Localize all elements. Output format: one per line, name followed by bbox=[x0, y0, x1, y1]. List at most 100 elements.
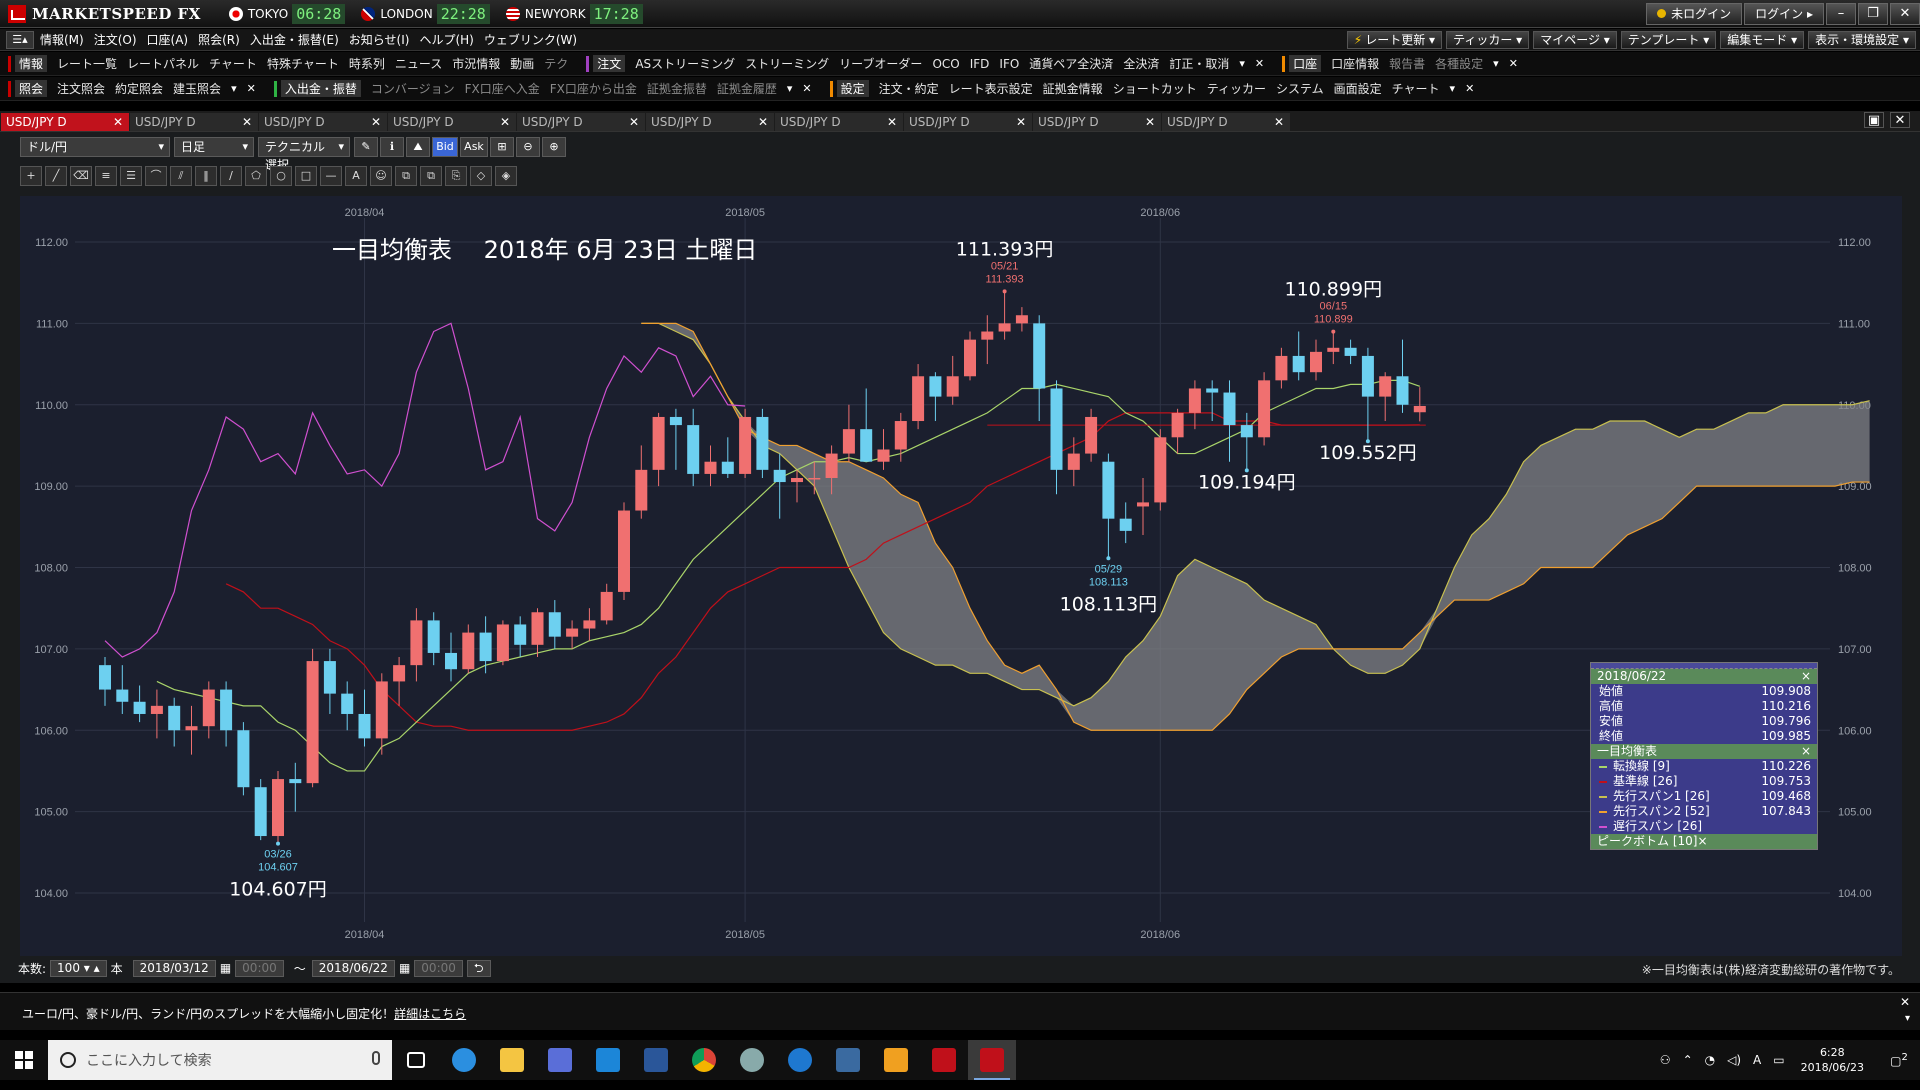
shortcut-system[interactable]: システム bbox=[1276, 80, 1324, 97]
chart-tab[interactable]: USD/JPY D ✕ bbox=[775, 113, 903, 131]
shortcut-account-info[interactable]: 口座情報 bbox=[1331, 55, 1379, 72]
shortcut-screen-settings[interactable]: 画面設定 bbox=[1334, 80, 1382, 97]
delete-all-icon[interactable]: ◈ bbox=[495, 166, 517, 186]
close-icon[interactable]: × bbox=[1801, 744, 1811, 759]
tab-close-icon[interactable]: ✕ bbox=[758, 113, 768, 131]
bid-button[interactable]: Bid bbox=[432, 137, 458, 157]
chart-tab[interactable]: USD/JPY D ✕ bbox=[1033, 113, 1161, 131]
mypage-button[interactable]: マイページ ▾ bbox=[1533, 31, 1617, 49]
price-chart[interactable]: 112.00112.00111.00111.00110.00110.00109.… bbox=[20, 196, 1902, 1090]
volume-icon[interactable]: ◁) bbox=[1727, 1053, 1741, 1067]
shortcut-report[interactable]: 報告書 bbox=[1389, 55, 1425, 72]
shortcut-timeseries[interactable]: 時系列 bbox=[349, 55, 385, 72]
pen-icon[interactable]: ✎ bbox=[354, 137, 378, 157]
calendar-app-icon[interactable] bbox=[536, 1040, 584, 1080]
news-link[interactable]: 詳細はこちら bbox=[394, 1007, 466, 1021]
shortcut-pair-close-all[interactable]: 通貨ペア全決済 bbox=[1029, 55, 1113, 72]
group-close-icon[interactable]: ✕ bbox=[247, 82, 256, 95]
template-button[interactable]: テンプレート ▾ bbox=[1620, 31, 1717, 49]
file-explorer-icon[interactable] bbox=[488, 1040, 536, 1080]
polygon-icon[interactable]: ⬠ bbox=[245, 166, 267, 186]
tab-close-icon[interactable]: ✕ bbox=[1016, 113, 1026, 131]
info-icon[interactable]: ℹ bbox=[380, 137, 404, 157]
feather-app-icon[interactable] bbox=[824, 1040, 872, 1080]
shortcut-conversion[interactable]: コンバージョン bbox=[371, 80, 455, 97]
shortcut-fx-withdraw[interactable]: FX口座から出金 bbox=[550, 80, 637, 97]
shortcut-margin-transfer[interactable]: 証拠金振替 bbox=[647, 80, 707, 97]
bird-app-icon[interactable] bbox=[728, 1040, 776, 1080]
group-dropdown-icon[interactable]: ▾ bbox=[1450, 82, 1456, 95]
shortcut-oco[interactable]: OCO bbox=[932, 57, 959, 71]
chart-tab[interactable]: USD/JPY D ✕ bbox=[646, 113, 774, 131]
shortcut-position-inquiry[interactable]: 建玉照会 bbox=[173, 80, 221, 97]
chart-tab[interactable]: USD/JPY D ✕ bbox=[904, 113, 1032, 131]
ie-icon[interactable] bbox=[440, 1040, 488, 1080]
chart-tab[interactable]: USD/JPY D ✕ bbox=[130, 113, 258, 131]
login-status-button[interactable]: 未ログイン bbox=[1646, 3, 1743, 25]
trendline-icon[interactable]: ╱ bbox=[45, 166, 67, 186]
count-select[interactable]: 100 ▾ ▴ bbox=[50, 959, 107, 977]
close-icon[interactable]: × bbox=[1697, 834, 1707, 848]
shortcut-tech[interactable]: テク bbox=[544, 55, 568, 72]
taskbar-clock[interactable]: 6:28 2018/06/23 bbox=[1801, 1045, 1864, 1075]
shortcut-execution-inquiry[interactable]: 約定照会 bbox=[115, 80, 163, 97]
desktop-app-icon[interactable] bbox=[584, 1040, 632, 1080]
group-close-icon[interactable]: ✕ bbox=[802, 82, 811, 95]
vlines-icon[interactable]: ‖ bbox=[195, 166, 217, 186]
menu-inquiry[interactable]: 照会(R) bbox=[198, 31, 240, 48]
ticker-button[interactable]: ティッカー ▾ bbox=[1446, 31, 1530, 49]
zoom-out-icon[interactable]: ⊖ bbox=[516, 137, 540, 157]
shortcut-chart[interactable]: チャート bbox=[209, 55, 257, 72]
parallel-icon[interactable]: ⫽ bbox=[170, 166, 192, 186]
marketspeed-icon[interactable] bbox=[920, 1040, 968, 1080]
group-close-icon[interactable]: ✕ bbox=[1255, 57, 1264, 70]
rectangle-icon[interactable]: □ bbox=[295, 166, 317, 186]
fan-icon[interactable]: ⌒ bbox=[145, 166, 167, 186]
shortcut-close-all[interactable]: 全決済 bbox=[1123, 55, 1159, 72]
microphone-icon[interactable] bbox=[372, 1051, 380, 1065]
to-date-input[interactable]: 2018/06/22 bbox=[311, 959, 395, 977]
zoom-in-icon[interactable]: ⊕ bbox=[542, 137, 566, 157]
shortcut-shortcuts[interactable]: ショートカット bbox=[1113, 80, 1197, 97]
timeframe-select[interactable]: 日足 bbox=[174, 137, 254, 157]
shortcut-rate-display[interactable]: レート表示設定 bbox=[949, 80, 1033, 97]
chrome-icon[interactable] bbox=[680, 1040, 728, 1080]
shortcut-ticker[interactable]: ティッカー bbox=[1207, 80, 1266, 97]
crosshair-icon[interactable]: + bbox=[20, 166, 42, 186]
circle-icon[interactable]: ○ bbox=[270, 166, 292, 186]
paste-icon[interactable]: ⎘ bbox=[445, 166, 467, 186]
people-icon[interactable]: ⚇ bbox=[1660, 1053, 1671, 1067]
action-center-icon[interactable]: ▭ bbox=[1773, 1053, 1784, 1067]
group-dropdown-icon[interactable]: ▾ bbox=[1239, 57, 1245, 70]
eraser-icon[interactable]: ⌫ bbox=[70, 166, 92, 186]
chart-tab[interactable]: USD/JPY D ✕ bbox=[259, 113, 387, 131]
rate-update-button[interactable]: レート更新 ▾ bbox=[1346, 31, 1443, 49]
notification-icon[interactable]: ▢2 bbox=[1884, 1052, 1914, 1068]
menu-order[interactable]: 注文(O) bbox=[94, 31, 137, 48]
reset-range-icon[interactable]: ⮌ bbox=[466, 959, 491, 977]
shortcut-ifd[interactable]: IFD bbox=[970, 57, 990, 71]
menu-info[interactable]: 情報(M) bbox=[40, 31, 84, 48]
tab-close-icon[interactable]: ✕ bbox=[242, 113, 252, 131]
shortcut-order-inquiry[interactable]: 注文照会 bbox=[57, 80, 105, 97]
from-time-input[interactable]: 00:00 bbox=[235, 959, 284, 977]
close-chart-icon[interactable]: ✕ bbox=[1890, 112, 1910, 128]
shortcut-order-execution[interactable]: 注文・約定 bbox=[879, 80, 939, 97]
scroll-down-icon[interactable]: ▾ bbox=[1905, 1013, 1910, 1024]
word-icon[interactable] bbox=[632, 1040, 680, 1080]
currency-pair-select[interactable]: ドル/円 bbox=[20, 137, 170, 157]
display-settings-button[interactable]: 表示・環境設定 ▾ bbox=[1808, 31, 1916, 49]
group-dropdown-icon[interactable]: ▾ bbox=[1493, 57, 1499, 70]
group-dropdown-icon[interactable]: ▾ bbox=[231, 82, 237, 95]
shortcut-streaming[interactable]: ストリーミング bbox=[745, 55, 829, 72]
tab-close-icon[interactable]: ✕ bbox=[1145, 113, 1155, 131]
chart-type-icon[interactable]: ⛰ bbox=[406, 137, 430, 157]
scale-icon[interactable]: ⊞ bbox=[490, 137, 514, 157]
menu-deposit[interactable]: 入出金・振替(E) bbox=[250, 31, 339, 48]
text-icon[interactable]: A bbox=[345, 166, 367, 186]
marketspeed-fx-icon[interactable] bbox=[968, 1040, 1016, 1080]
shortcut-settings[interactable]: 各種設定 bbox=[1435, 55, 1483, 72]
menu-account[interactable]: 口座(A) bbox=[147, 31, 189, 48]
technical-select[interactable]: テクニカル選択 bbox=[258, 137, 350, 172]
menu-toggle-icon[interactable]: ☰▴ bbox=[6, 30, 34, 49]
